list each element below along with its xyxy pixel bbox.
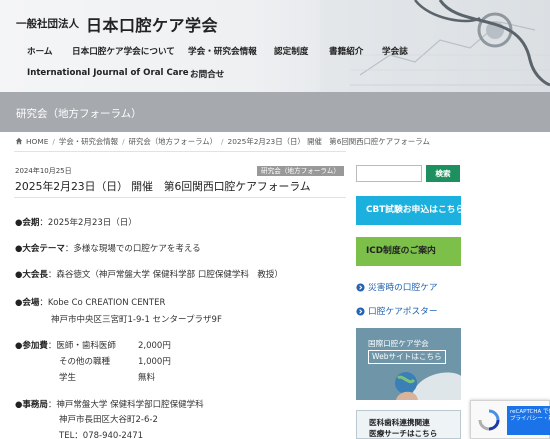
ad2-line-2: 医療サーチはこちら <box>369 429 438 438</box>
search-input[interactable] <box>356 165 422 182</box>
nav-about[interactable]: 日本口腔ケア学会について <box>72 45 175 57</box>
divider <box>14 151 346 152</box>
fee-amount: 無料 <box>138 373 156 383</box>
recaptcha-info: reCAPTCHA で保護 プライバシー・利用規約 <box>507 406 550 435</box>
site-title[interactable]: 日本口腔ケア学会 <box>86 12 218 36</box>
medical-search-banner[interactable]: 医科歯科連携関連 医療サーチはこちら <box>356 410 461 439</box>
nav-journal[interactable]: 学会誌 <box>382 45 408 57</box>
session-value: ：2025年2月23日（日） <box>39 218 137 228</box>
office-phone: TEL：078-940-2471 <box>59 431 144 439</box>
theme-value: ：多様な現場での口腔ケアを考える <box>64 244 201 254</box>
fee-label: ●参加費 <box>15 341 48 351</box>
category-badge[interactable]: 研究会（地方フォーラム） <box>257 166 344 176</box>
breadcrumb-forum[interactable]: 研究会（地方フォーラム） <box>129 137 217 146</box>
breadcrumb-home[interactable]: HOME <box>26 137 48 146</box>
venue-address: 神戸市中央区三宮町1-9-1 センタープラザ9F <box>51 315 222 325</box>
ad1-line-2: Webサイトはこちら <box>368 350 446 364</box>
oral-care-poster-link[interactable]: 口腔ケアポスター <box>356 304 438 317</box>
theme-line: ●大会テーマ：多様な現場での口腔ケアを考える <box>15 242 201 254</box>
fee-name: 学生 <box>59 373 77 383</box>
cbt-application-button[interactable]: CBT試験お申込はこちら <box>356 196 464 225</box>
president-line: ●大会長：森谷徳文（神戸常盤大学 保健科学部 口腔保健学科 教授） <box>15 268 283 280</box>
post-title: 2025年2月23日（日） 開催 第6回関西口腔ケアフォーラム <box>15 180 311 193</box>
nav-certification[interactable]: 認定制度 <box>274 45 308 57</box>
recaptcha-badge[interactable]: reCAPTCHA で保護 プライバシー・利用規約 <box>470 400 550 439</box>
nav-conference-info[interactable]: 学会・研究会情報 <box>188 45 257 57</box>
site-header: 一般社団法人 日本口腔ケア学会 ホーム 日本口腔ケア学会について 学会・研究会情… <box>0 0 550 92</box>
recaptcha-icon <box>478 409 500 431</box>
icd-guide-button[interactable]: ICD制度のご案内 <box>356 237 461 266</box>
venue-line: ●会場：Kobe Co CREATION CENTER <box>15 296 165 308</box>
breadcrumb-conference-info[interactable]: 学会・研究会情報 <box>59 137 118 146</box>
fee-amount: 1,000円 <box>138 357 171 367</box>
fee-amount: 2,000円 <box>138 341 171 351</box>
oral-care-poster-label: 口腔ケアポスター <box>368 307 438 317</box>
disaster-oral-care-label: 災害時の口腔ケア <box>368 283 438 293</box>
international-society-banner[interactable]: 国際口腔ケア学会 Webサイトはこちら <box>356 328 461 400</box>
venue-value: ：Kobe Co CREATION CENTER <box>39 298 166 308</box>
office-address: 神戸市長田区大谷町2-6-2 <box>59 415 158 425</box>
office-line: ●事務局：神戸常盤大学 保健科学部口腔保健学科 <box>15 398 204 410</box>
ad2-line-1: 医科歯科連携関連 <box>369 418 430 427</box>
president-value: ：森谷徳文（神戸常盤大学 保健科学部 口腔保健学科 教授） <box>47 270 283 280</box>
post-date: 2024年10月25日 <box>15 167 72 175</box>
ad1-line-1: 国際口腔ケア学会 <box>368 339 429 348</box>
breadcrumb-current: 2025年2月23日（日） 開催 第6回関西口腔ケアフォーラム <box>227 137 430 146</box>
office-name: ：神戸常盤大学 保健科学部口腔保健学科 <box>47 400 204 410</box>
recaptcha-terms[interactable]: プライバシー・利用規約 <box>510 416 550 423</box>
session-line: ●会期：2025年2月23日（日） <box>15 216 137 228</box>
divider <box>14 197 346 198</box>
venue-label: ●会場 <box>15 298 40 308</box>
circle-arrow-icon <box>356 283 365 292</box>
nav-international-journal[interactable]: International Journal of Oral Care <box>27 68 189 78</box>
medical-search-text: 医科歯科連携関連 医療サーチはこちら <box>369 417 438 438</box>
breadcrumb: HOME / 学会・研究会情報 / 研究会（地方フォーラム）/2025年2月23日（日）… <box>15 136 430 147</box>
fee-name: その他の職種 <box>59 357 111 367</box>
search-button[interactable]: 検索 <box>426 165 460 182</box>
org-prefix: 一般社団法人 <box>16 18 79 30</box>
home-icon <box>15 137 23 145</box>
president-label: ●大会長 <box>15 270 48 280</box>
theme-label: ●大会テーマ <box>15 244 65 254</box>
international-society-text: 国際口腔ケア学会 Webサイトはこちら <box>368 338 446 364</box>
office-label: ●事務局 <box>15 400 48 410</box>
recaptcha-label: reCAPTCHA で保護 <box>510 409 550 415</box>
page-banner-title: 研究会（地方フォーラム） <box>16 108 142 120</box>
fee-line: ●参加費：医師・歯科医師 <box>15 339 116 351</box>
circle-arrow-icon <box>356 307 365 316</box>
nav-home[interactable]: ホーム <box>27 45 53 57</box>
nav-books[interactable]: 書籍紹介 <box>329 45 363 57</box>
nav-contact[interactable]: お問合せ <box>190 68 224 80</box>
fee-name: ：医師・歯科医師 <box>47 341 116 351</box>
disaster-oral-care-link[interactable]: 災害時の口腔ケア <box>356 280 438 293</box>
session-label: ●会期 <box>15 218 40 228</box>
